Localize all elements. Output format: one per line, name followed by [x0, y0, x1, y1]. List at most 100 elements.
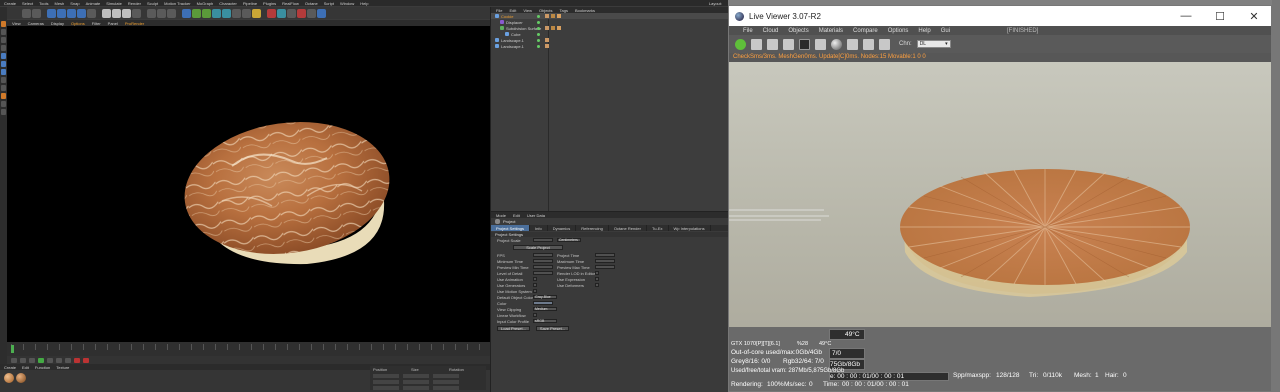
- lv-menu-gui[interactable]: Gui: [941, 28, 950, 34]
- rotate-icon[interactable]: [77, 8, 86, 18]
- material-preview-icon[interactable]: [831, 38, 842, 50]
- goto-start-icon[interactable]: [11, 357, 17, 363]
- vp-menu-cameras[interactable]: Cameras: [28, 21, 44, 26]
- y-axis-icon[interactable]: [112, 8, 121, 18]
- enable-axis-icon[interactable]: [1, 77, 6, 83]
- pos-z-field[interactable]: [373, 386, 399, 390]
- visibility-dot[interactable]: [537, 26, 540, 30]
- om-menu-objects[interactable]: Objects: [539, 8, 553, 13]
- visibility-dot[interactable]: [537, 44, 540, 48]
- tab-dynamics[interactable]: Dynamics: [548, 225, 577, 231]
- prev-key-icon[interactable]: [20, 357, 26, 363]
- lock-workplane-icon[interactable]: [1, 101, 6, 107]
- goto-end-icon[interactable]: [65, 357, 71, 363]
- autokey-icon[interactable]: [83, 357, 89, 363]
- material-swatch-2[interactable]: [16, 373, 26, 383]
- use-deformers-checkbox[interactable]: [595, 283, 599, 287]
- mat-menu-texture[interactable]: Texture: [56, 365, 69, 370]
- menu-mograph[interactable]: MoGraph: [197, 1, 214, 6]
- material-tag-icon[interactable]: [545, 44, 549, 48]
- octane-live-viewer-icon[interactable]: [267, 8, 276, 18]
- deformer-icon[interactable]: [222, 8, 231, 18]
- project-time-input[interactable]: [595, 253, 615, 257]
- rot-b-field[interactable]: [433, 386, 459, 390]
- render-picture-viewer-icon[interactable]: [157, 8, 166, 18]
- om-menu-tags[interactable]: Tags: [560, 8, 568, 13]
- menu-create[interactable]: Create: [4, 1, 16, 6]
- next-key-icon[interactable]: [56, 357, 62, 363]
- timeline-ruler[interactable]: [11, 344, 486, 350]
- light-icon[interactable]: [252, 8, 261, 18]
- redo-icon[interactable]: [32, 8, 41, 18]
- region-render-icon[interactable]: [783, 38, 794, 50]
- channel-select[interactable]: DL ▾: [916, 40, 951, 48]
- texture-mode-icon[interactable]: [1, 37, 6, 43]
- menu-octane[interactable]: Octane: [305, 1, 318, 6]
- am-menu-user-data[interactable]: User Data: [527, 213, 545, 218]
- tab-project-settings[interactable]: Project Settings: [491, 225, 531, 231]
- maximize-button[interactable]: ☐: [1203, 10, 1237, 23]
- vp-menu-display[interactable]: Display: [51, 21, 64, 26]
- tab-tu-ex[interactable]: Tu-Ex: [647, 225, 669, 231]
- next-frame-icon[interactable]: [47, 357, 53, 363]
- octane-material-icon[interactable]: [287, 8, 296, 18]
- render-view-icon[interactable]: [147, 8, 156, 18]
- use-motion-system-checkbox[interactable]: [533, 289, 537, 293]
- render-settings-icon[interactable]: [167, 8, 176, 18]
- project-scale-unit-select[interactable]: Centimeters: [557, 238, 581, 242]
- layout-label[interactable]: Layout:: [709, 1, 728, 6]
- preview-max-time-input[interactable]: [595, 265, 615, 269]
- mat-menu-edit[interactable]: Edit: [22, 365, 29, 370]
- tab-octane-render[interactable]: Octane Render: [609, 225, 647, 231]
- color-swatch[interactable]: [533, 301, 553, 305]
- level-of-detail-input[interactable]: [533, 271, 553, 275]
- vp-menu-filter[interactable]: Filter: [92, 21, 101, 26]
- solo-icon[interactable]: [1, 109, 6, 115]
- default-object-color-select[interactable]: Gray-Blue: [533, 295, 557, 299]
- visibility-dot[interactable]: [537, 20, 540, 24]
- om-menu-file[interactable]: File: [496, 8, 502, 13]
- preview-min-time-input[interactable]: [533, 265, 553, 269]
- lv-menu-options[interactable]: Options: [888, 28, 909, 34]
- material-tag-icon[interactable]: [545, 38, 549, 42]
- menu-sculpt[interactable]: Sculpt: [147, 1, 158, 6]
- menu-tools[interactable]: Tools: [39, 1, 48, 6]
- minimize-button[interactable]: —: [1169, 10, 1203, 23]
- om-menu-bookmarks[interactable]: Bookmarks: [575, 8, 595, 13]
- mat-menu-function[interactable]: Function: [35, 365, 50, 370]
- subdivision-icon[interactable]: [202, 8, 211, 18]
- floor-icon[interactable]: [232, 8, 241, 18]
- menu-mesh[interactable]: Mesh: [54, 1, 64, 6]
- tweak-icon[interactable]: [1, 85, 6, 91]
- workplane-icon[interactable]: [1, 45, 6, 51]
- lv-menu-file[interactable]: File: [743, 28, 753, 34]
- om-menu-edit[interactable]: Edit: [509, 8, 516, 13]
- texture-tag-icon[interactable]: [557, 26, 561, 30]
- tab-info[interactable]: Info: [530, 225, 548, 231]
- pause-icon[interactable]: [767, 38, 778, 50]
- lv-menu-materials[interactable]: Materials: [819, 28, 843, 34]
- use-animation-checkbox[interactable]: [533, 277, 537, 281]
- menu-select[interactable]: Select: [22, 1, 33, 6]
- spline-pen-icon[interactable]: [192, 8, 201, 18]
- texture-tag-icon[interactable]: [557, 14, 561, 18]
- save-preset-button[interactable]: Save Preset...: [535, 326, 570, 331]
- octane-tag-icon[interactable]: [551, 14, 555, 18]
- coordinate-system-icon[interactable]: [132, 8, 141, 18]
- recent-tool-icon[interactable]: [87, 8, 96, 18]
- cube-icon[interactable]: [182, 8, 191, 18]
- menu-render[interactable]: Render: [128, 1, 141, 6]
- send-scene-icon[interactable]: [735, 38, 746, 50]
- edges-mode-icon[interactable]: [1, 61, 6, 67]
- scale-icon[interactable]: [67, 8, 76, 18]
- menu-pipeline[interactable]: Pipeline: [243, 1, 257, 6]
- rot-p-field[interactable]: [433, 380, 459, 384]
- pos-x-field[interactable]: [373, 374, 399, 378]
- load-preset-button[interactable]: Load Preset...: [497, 326, 530, 331]
- vp-menu-view[interactable]: View: [12, 21, 21, 26]
- menu-motion-tracker[interactable]: Motion Tracker: [164, 1, 190, 6]
- am-menu-mode[interactable]: Mode: [496, 213, 506, 218]
- tab-wp-interpolations[interactable]: Wp Interpolations: [669, 225, 711, 231]
- mat-menu-create[interactable]: Create: [4, 365, 16, 370]
- vp-menu-panel[interactable]: Panel: [108, 21, 118, 26]
